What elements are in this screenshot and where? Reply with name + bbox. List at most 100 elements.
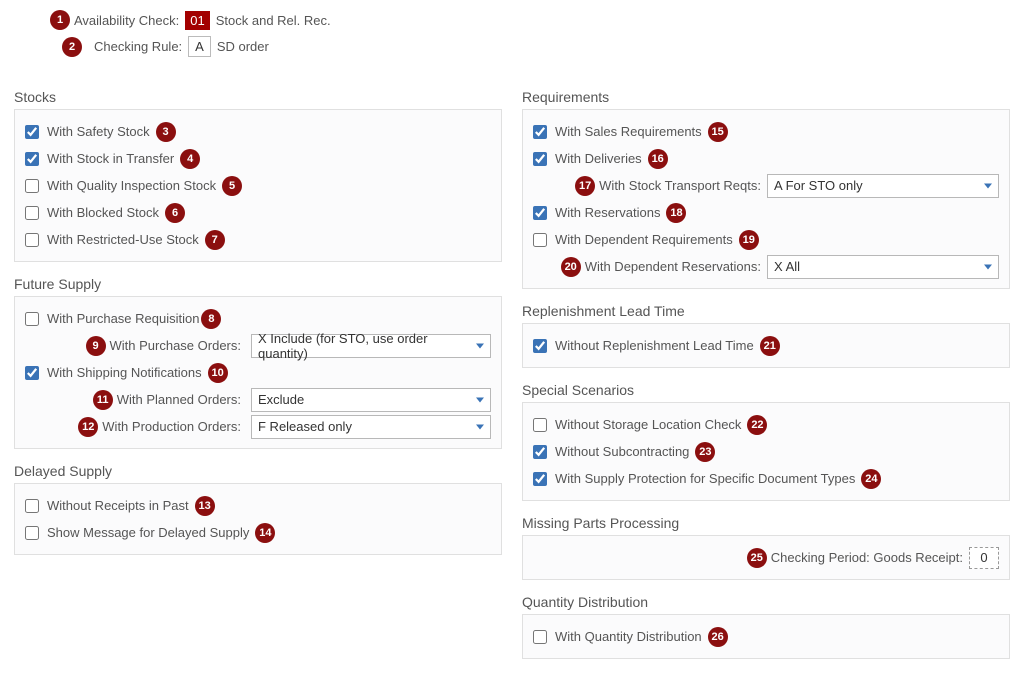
marker-19: 19: [739, 230, 759, 250]
marker-3: 3: [156, 122, 176, 142]
missing-title: Missing Parts Processing: [522, 515, 1010, 531]
with-reservations-label: With Reservations: [555, 205, 660, 220]
without-subcontracting-label: Without Subcontracting: [555, 444, 689, 459]
with-shipping-notif-checkbox[interactable]: [25, 366, 39, 380]
with-dependent-req-label: With Dependent Requirements: [555, 232, 733, 247]
with-quality-inspection-label: With Quality Inspection Stock: [47, 178, 216, 193]
with-purchase-req-checkbox[interactable]: [25, 312, 39, 326]
with-qty-distribution-checkbox[interactable]: [533, 630, 547, 644]
with-purchase-orders-label: With Purchase Orders:: [110, 338, 242, 353]
with-restricted-use-checkbox[interactable]: [25, 233, 39, 247]
with-purchase-req-label: With Purchase Requisition: [47, 311, 199, 326]
marker-14: 14: [255, 523, 275, 543]
marker-8: 8: [201, 309, 221, 329]
without-rlt-checkbox[interactable]: [533, 339, 547, 353]
with-quality-inspection-checkbox[interactable]: [25, 179, 39, 193]
chevron-down-icon: [984, 183, 992, 188]
with-production-orders-select[interactable]: F Released only: [251, 415, 491, 439]
with-purchase-orders-select[interactable]: X Include (for STO, use order quantity): [251, 334, 491, 358]
with-sto-reqts-label: With Stock Transport Reqts:: [599, 178, 761, 193]
without-receipts-past-checkbox[interactable]: [25, 499, 39, 513]
without-subcontracting-checkbox[interactable]: [533, 445, 547, 459]
marker-12: 12: [78, 417, 98, 437]
delayed-supply-title: Delayed Supply: [14, 463, 502, 479]
with-stock-in-transfer-label: With Stock in Transfer: [47, 151, 174, 166]
with-safety-stock-label: With Safety Stock: [47, 124, 150, 139]
marker-17: 17: [575, 176, 595, 196]
with-dependent-req-checkbox[interactable]: [533, 233, 547, 247]
future-supply-group: With Purchase Requisition 8 9 With Purch…: [14, 296, 502, 449]
with-stock-in-transfer-checkbox[interactable]: [25, 152, 39, 166]
qty-group: With Quantity Distribution 26: [522, 614, 1010, 659]
with-safety-stock-checkbox[interactable]: [25, 125, 39, 139]
with-shipping-notif-label: With Shipping Notifications: [47, 365, 202, 380]
without-receipts-past-label: Without Receipts in Past: [47, 498, 189, 513]
with-planned-orders-value: Exclude: [258, 392, 304, 407]
checking-rule-code[interactable]: A: [188, 36, 211, 57]
chevron-down-icon: [476, 424, 484, 429]
with-deliveries-checkbox[interactable]: [533, 152, 547, 166]
with-supply-protection-checkbox[interactable]: [533, 472, 547, 486]
marker-10: 10: [208, 363, 228, 383]
without-storage-loc-checkbox[interactable]: [533, 418, 547, 432]
special-group: Without Storage Location Check 22 Withou…: [522, 402, 1010, 501]
requirements-group: With Sales Requirements 15 With Deliveri…: [522, 109, 1010, 289]
show-msg-delayed-label: Show Message for Delayed Supply: [47, 525, 249, 540]
marker-23: 23: [695, 442, 715, 462]
with-blocked-stock-label: With Blocked Stock: [47, 205, 159, 220]
with-sto-reqts-select[interactable]: A For STO only: [767, 174, 999, 198]
marker-15: 15: [708, 122, 728, 142]
rlt-title: Replenishment Lead Time: [522, 303, 1010, 319]
chevron-down-icon: [984, 264, 992, 269]
with-planned-orders-label: With Planned Orders:: [117, 392, 241, 407]
with-blocked-stock-checkbox[interactable]: [25, 206, 39, 220]
marker-26: 26: [708, 627, 728, 647]
special-title: Special Scenarios: [522, 382, 1010, 398]
checking-rule-desc: SD order: [217, 39, 269, 54]
marker-7: 7: [205, 230, 225, 250]
marker-5: 5: [222, 176, 242, 196]
header-checking-rule-row: 2 Checking Rule: A SD order: [14, 36, 1010, 57]
marker-22: 22: [747, 415, 767, 435]
without-storage-loc-label: Without Storage Location Check: [555, 417, 741, 432]
show-msg-delayed-checkbox[interactable]: [25, 526, 39, 540]
marker-16: 16: [648, 149, 668, 169]
future-supply-title: Future Supply: [14, 276, 502, 292]
marker-18: 18: [666, 203, 686, 223]
stocks-group: With Safety Stock 3 With Stock in Transf…: [14, 109, 502, 262]
qty-title: Quantity Distribution: [522, 594, 1010, 610]
with-dep-reservations-label: With Dependent Reservations:: [585, 259, 761, 274]
requirements-title: Requirements: [522, 89, 1010, 105]
marker-13: 13: [195, 496, 215, 516]
checking-period-gr-label: Checking Period: Goods Receipt:: [771, 550, 963, 565]
availability-check-code: 01: [185, 11, 209, 30]
marker-2: 2: [62, 37, 82, 57]
with-reservations-checkbox[interactable]: [533, 206, 547, 220]
with-production-orders-value: F Released only: [258, 419, 352, 434]
with-planned-orders-select[interactable]: Exclude: [251, 388, 491, 412]
missing-group: 25 Checking Period: Goods Receipt:: [522, 535, 1010, 580]
chevron-down-icon: [476, 397, 484, 402]
chevron-down-icon: [476, 343, 484, 348]
with-qty-distribution-label: With Quantity Distribution: [555, 629, 702, 644]
with-supply-protection-label: With Supply Protection for Specific Docu…: [555, 471, 855, 486]
marker-20: 20: [561, 257, 581, 277]
marker-11: 11: [93, 390, 113, 410]
checking-rule-label: Checking Rule:: [94, 39, 182, 54]
rlt-group: Without Replenishment Lead Time 21: [522, 323, 1010, 368]
with-dep-reservations-select[interactable]: X All: [767, 255, 999, 279]
checking-period-gr-input[interactable]: [969, 547, 999, 569]
with-sto-reqts-value: A For STO only: [774, 178, 863, 193]
with-sales-req-label: With Sales Requirements: [555, 124, 702, 139]
marker-21: 21: [760, 336, 780, 356]
availability-check-label: Availability Check:: [74, 13, 179, 28]
stocks-title: Stocks: [14, 89, 502, 105]
marker-1: 1: [50, 10, 70, 30]
delayed-supply-group: Without Receipts in Past 13 Show Message…: [14, 483, 502, 555]
marker-6: 6: [165, 203, 185, 223]
with-deliveries-label: With Deliveries: [555, 151, 642, 166]
header-availability-row: 1 Availability Check: 01 Stock and Rel. …: [14, 10, 1010, 30]
with-sales-req-checkbox[interactable]: [533, 125, 547, 139]
marker-25: 25: [747, 548, 767, 568]
marker-4: 4: [180, 149, 200, 169]
